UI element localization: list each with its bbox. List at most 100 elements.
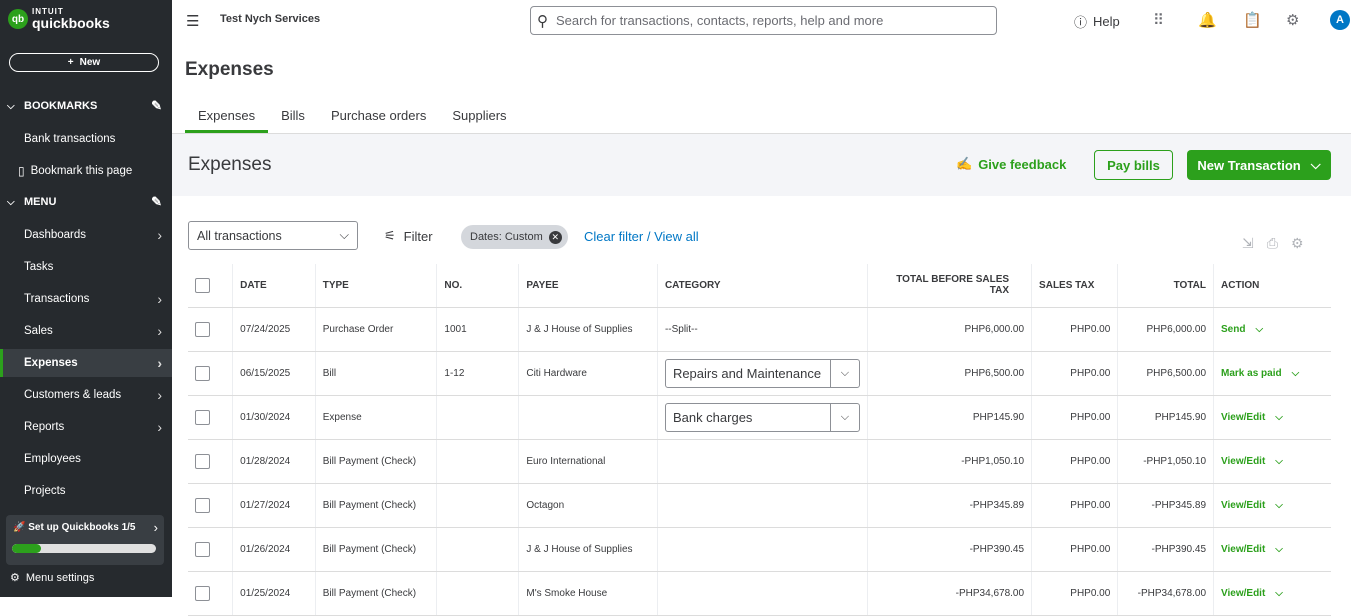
sidebar-item-label: Dashboards xyxy=(24,229,87,241)
table-row[interactable]: 01/26/2024 Bill Payment (Check) J & J Hous… xyxy=(188,527,1331,572)
menu-settings-label: Menu settings xyxy=(25,571,95,584)
main-content: ☰ Test Nych Services ⚲ Search for transa… xyxy=(172,0,1351,616)
print-icon[interactable]: ⎙ xyxy=(1267,235,1278,252)
transaction-type-select[interactable]: All transactions ⌵ xyxy=(188,221,358,250)
row-checkbox[interactable] xyxy=(195,541,210,557)
quickbooks-logo[interactable]: qb INTUIT quickbooks xyxy=(8,8,110,30)
table-row[interactable]: 01/25/2024 Bill Payment (Check) M's Smoke … xyxy=(188,571,1331,616)
table-row[interactable]: 06/15/2025 Bill 1-12 Citi Hardware Repairs a… xyxy=(188,351,1331,396)
tab-expenses[interactable]: Expenses xyxy=(185,103,269,133)
sidebar-item-tasks[interactable]: Tasks xyxy=(0,253,172,281)
sidebar-item-reports[interactable]: Reports › xyxy=(0,413,172,441)
table-row[interactable]: 01/30/2024 Expense Bank charges ⌵ PHP145.90 P… xyxy=(188,395,1331,440)
apps-grid-icon[interactable]: ⠿ xyxy=(1153,11,1164,29)
tab-suppliers[interactable]: Suppliers xyxy=(439,103,519,133)
row-checkbox[interactable] xyxy=(195,365,210,381)
row-checkbox[interactable] xyxy=(195,585,210,601)
edit-menu-icon[interactable]: ✎ xyxy=(151,194,162,210)
edit-bookmarks-icon[interactable]: ✎ xyxy=(151,98,162,114)
search-input[interactable]: ⚲ Search for transactions, contacts, rep… xyxy=(530,6,997,35)
select-all-checkbox[interactable] xyxy=(195,277,210,293)
sidebar-item-employees[interactable]: Employees xyxy=(0,445,172,473)
give-feedback-button[interactable]: ✍ Give feedback xyxy=(956,156,1066,172)
table-row[interactable]: 01/28/2024 Bill Payment (Check) Euro Inter… xyxy=(188,439,1331,484)
column-header[interactable]: NO. xyxy=(436,264,519,308)
column-header[interactable]: PAYEE xyxy=(518,264,658,308)
chevron-down-icon: ⌵ xyxy=(829,359,859,387)
tab-bills[interactable]: Bills xyxy=(268,103,318,133)
setup-progress-fill xyxy=(12,544,41,553)
chevron-right-icon: › xyxy=(157,323,162,339)
sidebar-item-expenses[interactable]: Expenses › xyxy=(0,349,172,377)
avatar[interactable]: A xyxy=(1330,10,1350,30)
action-link[interactable]: View/Edit xyxy=(1221,500,1265,511)
payee-cell: Octagon xyxy=(518,483,658,528)
new-button-label: New xyxy=(79,57,101,68)
category-cell xyxy=(656,527,868,572)
date-cell: 01/25/2024 xyxy=(232,571,316,616)
date-filter-chip[interactable]: Dates: Custom ✕ xyxy=(461,225,568,249)
new-button[interactable]: + New xyxy=(9,53,159,72)
column-header[interactable]: SALES TAX xyxy=(1031,264,1118,308)
column-header[interactable]: TOTAL BEFORE SALES TAX xyxy=(866,264,1032,308)
column-header[interactable]: DATE xyxy=(232,264,316,308)
sidebar-item-label: Employees xyxy=(24,453,81,465)
table-row[interactable]: 01/27/2024 Bill Payment (Check) Octagon -PH… xyxy=(188,483,1331,528)
action-link[interactable]: Send xyxy=(1221,324,1245,335)
bookmark-this-page[interactable]: ▯ Bookmark this page xyxy=(0,157,172,185)
row-checkbox[interactable] xyxy=(195,321,210,337)
clipboard-icon[interactable]: 📋 xyxy=(1243,11,1262,29)
export-icon[interactable]: ⇲ xyxy=(1242,235,1254,252)
total-cell: PHP6,500.00 xyxy=(1117,351,1214,396)
chevron-down-icon[interactable]: ⌵ xyxy=(1255,324,1263,335)
plus-icon: + xyxy=(67,57,74,68)
chevron-down-icon[interactable]: ⌵ xyxy=(1275,456,1283,467)
new-transaction-button[interactable]: New Transaction ⌵ xyxy=(1187,150,1331,180)
sidebar-item-dashboards[interactable]: Dashboards › xyxy=(0,221,172,249)
chevron-down-icon[interactable]: ⌵ xyxy=(1292,368,1300,379)
date-cell: 01/28/2024 xyxy=(232,439,316,484)
row-checkbox[interactable] xyxy=(195,497,210,513)
table-row[interactable]: 07/24/2025 Purchase Order 1001 J & J House … xyxy=(188,307,1331,352)
action-link[interactable]: View/Edit xyxy=(1221,456,1265,467)
action-link[interactable]: View/Edit xyxy=(1221,412,1265,423)
close-icon[interactable]: ✕ xyxy=(548,230,562,244)
menu-section-header[interactable]: ⌵ MENU ✎ xyxy=(0,190,172,214)
gear-icon[interactable]: ⚙ xyxy=(1286,11,1299,29)
action-link[interactable]: View/Edit xyxy=(1221,544,1265,555)
collapse-menu-icon[interactable]: ☰ xyxy=(186,12,199,30)
menu-settings-link[interactable]: ⚙ Menu settings xyxy=(10,571,95,585)
tab-purchase-orders[interactable]: Purchase orders xyxy=(318,103,439,133)
action-link[interactable]: Mark as paid xyxy=(1221,368,1282,379)
chevron-down-icon[interactable]: ⌵ xyxy=(1275,500,1283,511)
pay-bills-button[interactable]: Pay bills xyxy=(1094,150,1173,180)
gear-icon[interactable]: ⚙ xyxy=(1291,235,1304,252)
category-value: Repairs and Maintenance xyxy=(672,365,822,381)
row-checkbox[interactable] xyxy=(195,453,210,469)
sidebar-item-sales[interactable]: Sales › xyxy=(0,317,172,345)
chevron-down-icon[interactable]: ⌵ xyxy=(1275,412,1283,423)
sidebar-item-label: Projects xyxy=(24,485,66,497)
date-filter-chip-label: Dates: Custom xyxy=(470,231,543,243)
help-button[interactable]: ⓘ Help xyxy=(1074,12,1120,31)
clear-filter-link[interactable]: Clear filter / View all xyxy=(584,229,699,244)
category-select[interactable]: Bank charges ⌵ xyxy=(664,402,860,432)
bell-icon[interactable]: 🔔 xyxy=(1198,11,1217,29)
category-cell xyxy=(656,571,868,616)
page-title: Expenses xyxy=(185,59,274,80)
filter-button[interactable]: ⚟ Filter xyxy=(384,228,433,244)
column-header[interactable]: TOTAL xyxy=(1117,264,1214,308)
column-header[interactable]: TYPE xyxy=(314,264,437,308)
bookmarks-section-header[interactable]: ⌵ BOOKMARKS ✎ xyxy=(0,94,172,118)
sidebar-item-customers-leads[interactable]: Customers & leads › xyxy=(0,381,172,409)
column-header[interactable]: CATEGORY xyxy=(656,264,868,308)
row-checkbox[interactable] xyxy=(195,409,210,425)
sidebar-item-projects[interactable]: Projects xyxy=(0,477,172,505)
bookmark-icon: ▯ xyxy=(18,164,25,178)
setup-progress-card[interactable]: 🚀 Set up Quickbooks 1/5 › xyxy=(6,515,164,565)
chevron-down-icon[interactable]: ⌵ xyxy=(1275,544,1283,555)
category-select[interactable]: Repairs and Maintenance ⌵ xyxy=(664,358,860,388)
sidebar-item-transactions[interactable]: Transactions › xyxy=(0,285,172,313)
no-cell: 1001 xyxy=(436,307,519,352)
bookmark-bank-transactions[interactable]: Bank transactions xyxy=(0,125,172,153)
